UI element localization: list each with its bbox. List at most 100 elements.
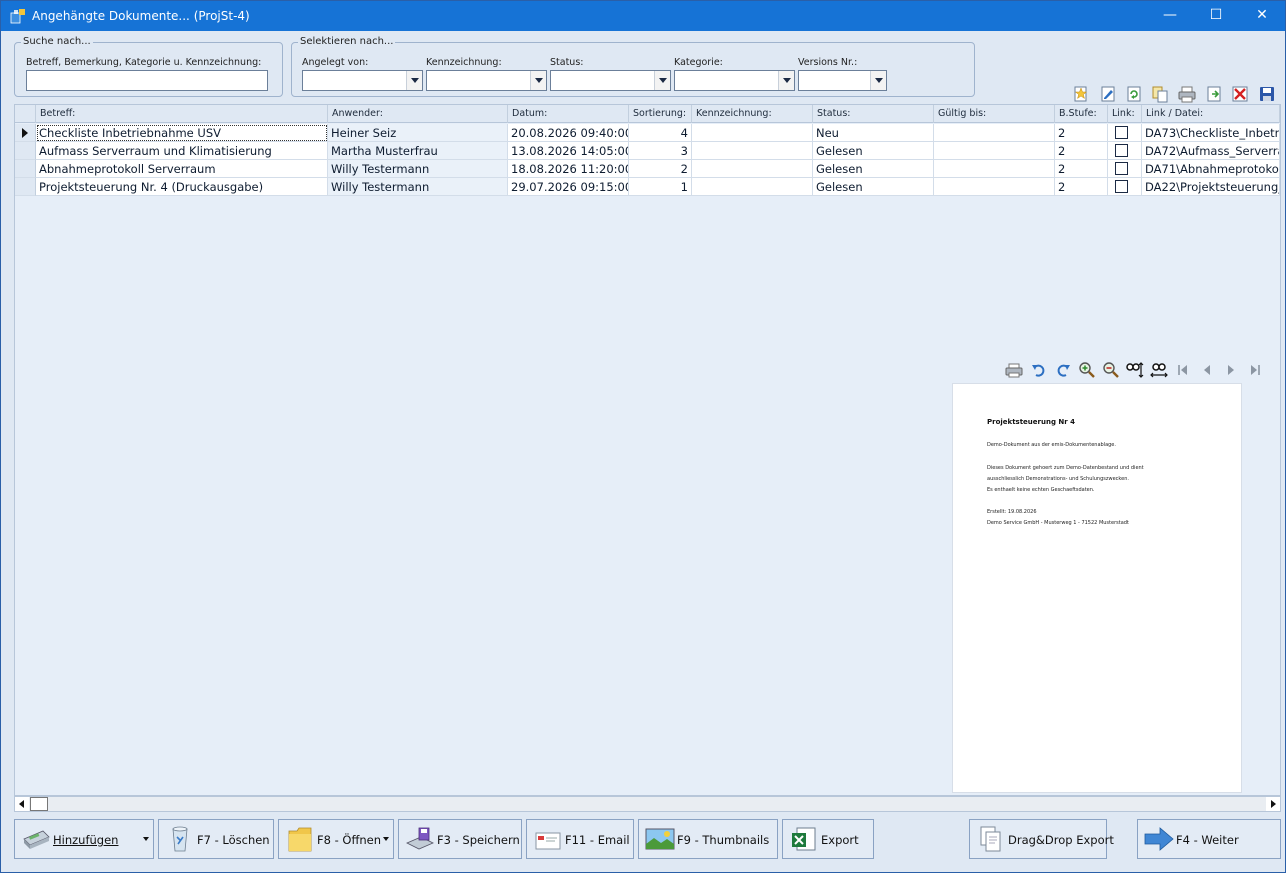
column-header-gueltig-bis[interactable]: Gültig bis: — [934, 105, 1055, 123]
column-header-anwender[interactable]: Anwender: — [328, 105, 508, 123]
redo-icon[interactable] — [1054, 361, 1072, 379]
speichern-button[interactable]: F3 - Speichern — [398, 819, 522, 859]
cell-link[interactable] — [1108, 160, 1142, 178]
save-icon[interactable] — [1258, 85, 1276, 103]
prev-page-icon[interactable] — [1198, 361, 1216, 379]
cell-kennzeichnung[interactable] — [692, 142, 813, 160]
cell-bstufe[interactable]: 2 — [1055, 160, 1108, 178]
oeffnen-button[interactable]: F8 - Öffnen — [278, 819, 394, 859]
fit-width-icon[interactable] — [1150, 361, 1168, 379]
cell-anwender[interactable]: Willy Testermann — [328, 178, 508, 196]
cell-status[interactable]: Gelesen — [813, 142, 934, 160]
cell-bstufe[interactable]: 2 — [1055, 142, 1108, 160]
column-header-sortierung[interactable]: Sortierung: — [629, 105, 692, 123]
status-select[interactable] — [550, 70, 671, 91]
cell-link[interactable] — [1108, 178, 1142, 196]
cell-sortierung[interactable]: 2 — [629, 160, 692, 178]
close-button[interactable]: ✕ — [1239, 0, 1285, 30]
search-input[interactable] — [26, 70, 268, 91]
scroll-left-button[interactable] — [15, 797, 29, 811]
cell-betreff[interactable]: Aufmass Serverraum und Klimatisierung — [36, 142, 328, 160]
fit-height-icon[interactable] — [1126, 361, 1144, 379]
angelegt-von-select[interactable] — [302, 70, 423, 91]
maximize-button-hit[interactable]: ☐ — [1193, 0, 1239, 30]
title-bar[interactable]: Angehängte Dokumente... (ProjSt-4) — [1, 1, 1285, 31]
cell-kennzeichnung[interactable] — [692, 160, 813, 178]
column-header-link[interactable]: Link: — [1108, 105, 1142, 123]
column-header-datum[interactable]: Datum: — [508, 105, 629, 123]
email-button[interactable]: F11 - Email — [526, 819, 634, 859]
versions-nr-select[interactable] — [798, 70, 887, 91]
chevron-down-icon[interactable] — [143, 837, 149, 841]
column-header-kennzeichnung[interactable]: Kennzeichnung: — [692, 105, 813, 123]
cell-bstufe[interactable]: 2 — [1055, 124, 1108, 142]
cell-sortierung[interactable]: 3 — [629, 142, 692, 160]
table-row[interactable]: Projektsteuerung Nr. 4 (Druckausgabe) Wi… — [15, 178, 1280, 196]
cell-gueltig-bis[interactable] — [934, 142, 1055, 160]
undo-icon[interactable] — [1030, 361, 1048, 379]
cell-datum[interactable]: 29.07.2026 09:15:00 — [508, 178, 629, 196]
cell-status[interactable]: Gelesen — [813, 160, 934, 178]
cell-link[interactable] — [1108, 142, 1142, 160]
cell-link-datei[interactable]: DA71\Abnahmeprotokoll_Serverraum — [1142, 160, 1280, 178]
cell-kennzeichnung[interactable] — [692, 124, 813, 142]
cell-gueltig-bis[interactable] — [934, 124, 1055, 142]
cell-anwender[interactable]: Heiner Seiz — [328, 124, 508, 142]
cell-kennzeichnung[interactable] — [692, 178, 813, 196]
column-header-link-datei[interactable]: Link / Datei: — [1142, 105, 1280, 123]
dragdrop-export-button[interactable]: Drag&Drop Export — [969, 819, 1114, 859]
document-preview[interactable]: Projektsteuerung Nr 4 Demo-Dokument aus … — [952, 383, 1242, 793]
cell-link-datei[interactable]: DA22\Projektsteuerung_Nr4 — [1142, 178, 1280, 196]
scrollbar-thumb[interactable] — [30, 797, 48, 811]
cell-status[interactable]: Neu — [813, 124, 934, 142]
weiter-button[interactable]: F4 - Weiter — [1137, 819, 1281, 859]
kategorie-select[interactable] — [674, 70, 795, 91]
horizontal-scrollbar[interactable] — [14, 796, 1281, 812]
scroll-right-button[interactable] — [1266, 797, 1280, 811]
zoom-out-icon[interactable] — [1102, 361, 1120, 379]
row-selector[interactable] — [15, 160, 36, 178]
delete-icon[interactable] — [1231, 85, 1249, 103]
cell-datum[interactable]: 13.08.2026 14:05:00 — [508, 142, 629, 160]
refresh-icon[interactable] — [1125, 85, 1143, 103]
column-header-betreff[interactable]: Betreff: — [36, 105, 328, 123]
first-page-icon[interactable] — [1174, 361, 1192, 379]
cell-datum[interactable]: 18.08.2026 11:20:00 — [508, 160, 629, 178]
cell-datum[interactable]: 20.08.2026 09:40:00 — [508, 124, 629, 142]
next-page-icon[interactable] — [1222, 361, 1240, 379]
chevron-down-icon[interactable] — [383, 837, 389, 841]
print-icon[interactable] — [1178, 85, 1196, 103]
cell-anwender[interactable]: Willy Testermann — [328, 160, 508, 178]
export-button[interactable]: Export — [782, 819, 874, 859]
kennzeichnung-select[interactable] — [426, 70, 547, 91]
cell-sortierung[interactable]: 1 — [629, 178, 692, 196]
cell-betreff[interactable]: Checkliste Inbetriebnahme USV — [36, 124, 328, 142]
cell-link-datei[interactable]: DA72\Aufmass_Serverraum — [1142, 142, 1280, 160]
link-checkbox[interactable] — [1115, 162, 1128, 175]
link-checkbox[interactable] — [1115, 180, 1128, 193]
row-selector[interactable] — [15, 178, 36, 196]
cell-link-datei[interactable]: DA73\Checkliste_Inbetriebnahme_USV — [1142, 124, 1280, 142]
table-row[interactable]: Abnahmeprotokoll Serverraum Willy Tester… — [15, 160, 1280, 178]
link-checkbox[interactable] — [1115, 144, 1128, 157]
cell-sortierung[interactable]: 4 — [629, 124, 692, 142]
link-checkbox[interactable] — [1115, 126, 1128, 139]
column-header-status[interactable]: Status: — [813, 105, 934, 123]
cell-bstufe[interactable]: 2 — [1055, 178, 1108, 196]
edit-icon[interactable] — [1099, 85, 1117, 103]
last-page-icon[interactable] — [1246, 361, 1264, 379]
table-row[interactable]: Aufmass Serverraum und Klimatisierung Ma… — [15, 142, 1280, 160]
cell-link[interactable] — [1108, 124, 1142, 142]
minimize-button-hit[interactable]: — — [1147, 0, 1193, 30]
cell-gueltig-bis[interactable] — [934, 178, 1055, 196]
table-row[interactable]: Checkliste Inbetriebnahme USV Heiner Sei… — [15, 124, 1280, 142]
cell-status[interactable]: Gelesen — [813, 178, 934, 196]
copy-icon[interactable] — [1151, 85, 1169, 103]
print-icon[interactable] — [1005, 361, 1023, 379]
zoom-in-icon[interactable] — [1078, 361, 1096, 379]
column-header-bstufe[interactable]: B.Stufe: — [1055, 105, 1108, 123]
cell-betreff[interactable]: Abnahmeprotokoll Serverraum — [36, 160, 328, 178]
cell-gueltig-bis[interactable] — [934, 160, 1055, 178]
cell-betreff[interactable]: Projektsteuerung Nr. 4 (Druckausgabe) — [36, 178, 328, 196]
export-icon[interactable] — [1205, 85, 1223, 103]
